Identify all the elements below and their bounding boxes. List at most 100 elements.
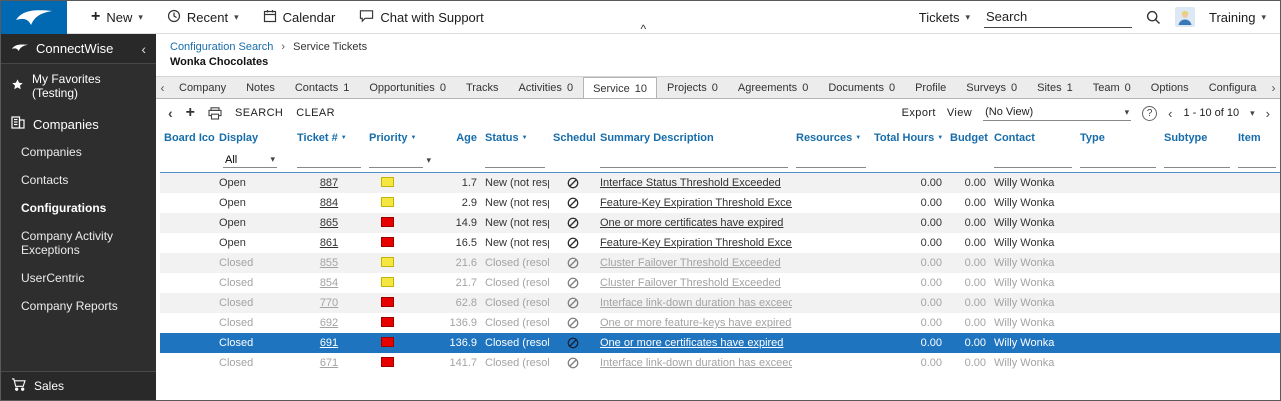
- ticket-link[interactable]: 770: [320, 297, 338, 309]
- table-row[interactable]: Closed77062.8Closed (resolv...Interface …: [160, 293, 1280, 313]
- chevron-down-icon[interactable]: ▾: [426, 156, 431, 165]
- tab-service[interactable]: Service10: [583, 77, 657, 98]
- tab-projects[interactable]: Projects0: [657, 77, 728, 98]
- calendar-button[interactable]: Calendar: [263, 9, 336, 26]
- ticket-link[interactable]: 691: [320, 337, 338, 349]
- sidebar-item-usercentric[interactable]: UserCentric: [1, 264, 156, 292]
- sidebar-item-contacts[interactable]: Contacts: [1, 166, 156, 194]
- schedule-icon[interactable]: [567, 217, 579, 229]
- column-header-ticket[interactable]: Ticket #▼: [293, 132, 365, 144]
- tab-scroll-left-icon[interactable]: ‹: [156, 77, 169, 98]
- summary-link[interactable]: Feature-Key Expiration Threshold Exceede…: [600, 197, 792, 209]
- filter-sort-icon[interactable]: ▼: [937, 135, 943, 141]
- summary-link[interactable]: Interface link-down duration has exceede…: [600, 357, 792, 369]
- ticket-link[interactable]: 861: [320, 237, 338, 249]
- collapse-topbar-caret-icon[interactable]: ^: [641, 22, 647, 36]
- column-header-resources[interactable]: Resources▼: [792, 132, 870, 144]
- recent-menu-button[interactable]: Recent ▾: [167, 9, 239, 26]
- tab-profile[interactable]: Profile: [905, 77, 956, 98]
- tab-surveys[interactable]: Surveys0: [956, 77, 1027, 98]
- ticket-link[interactable]: 671: [320, 357, 338, 369]
- back-icon[interactable]: ‹: [168, 105, 173, 121]
- filter-subtype-input[interactable]: [1164, 153, 1230, 168]
- filter-item-input[interactable]: [1238, 153, 1276, 168]
- tab-notes[interactable]: Notes: [236, 77, 285, 98]
- pagination-label[interactable]: 1 - 10 of 10: [1183, 107, 1239, 119]
- user-menu-button[interactable]: Training ▾: [1209, 10, 1266, 25]
- clear-button[interactable]: CLEAR: [296, 107, 335, 119]
- table-row[interactable]: Closed691136.9Closed (resolv...One or mo…: [160, 333, 1280, 353]
- filter-sort-icon[interactable]: ▼: [411, 135, 417, 141]
- column-header-summary[interactable]: Summary Description: [596, 132, 792, 144]
- schedule-icon[interactable]: [567, 257, 579, 269]
- filter-sort-icon[interactable]: ▼: [341, 135, 347, 141]
- column-header-hours[interactable]: Total Hours▼: [870, 132, 946, 144]
- filter-resources-input[interactable]: [796, 153, 866, 168]
- tab-agreements[interactable]: Agreements0: [728, 77, 818, 98]
- table-row[interactable]: Closed85521.6Closed (resolv...Cluster Fa…: [160, 253, 1280, 273]
- sidebar-item-my-favorites[interactable]: My Favorites (Testing): [1, 64, 156, 108]
- column-header-schedule[interactable]: Schedule▼: [549, 132, 596, 144]
- filter-priority-input[interactable]: [369, 153, 423, 168]
- add-record-icon[interactable]: +: [186, 104, 195, 122]
- summary-link[interactable]: Interface Status Threshold Exceeded: [600, 177, 781, 189]
- table-row[interactable]: Open8871.7New (not resp...Interface Stat…: [160, 173, 1280, 193]
- sidebar-section-companies[interactable]: Companies: [1, 108, 156, 138]
- help-icon[interactable]: ?: [1142, 106, 1157, 121]
- sidebar-item-company-reports[interactable]: Company Reports: [1, 292, 156, 320]
- summary-link[interactable]: One or more certificates have expired: [600, 337, 783, 349]
- tab-options[interactable]: Options: [1141, 77, 1199, 98]
- table-row[interactable]: Open86116.5New (not resp...Feature-Key E…: [160, 233, 1280, 253]
- summary-link[interactable]: Cluster Failover Threshold Exceeded: [600, 277, 781, 289]
- schedule-icon[interactable]: [567, 237, 579, 249]
- summary-link[interactable]: One or more certificates have expired: [600, 217, 783, 229]
- table-row[interactable]: Closed85421.7Closed (resolv...Cluster Fa…: [160, 273, 1280, 293]
- filter-sort-icon[interactable]: ▼: [855, 135, 861, 141]
- schedule-icon[interactable]: [567, 277, 579, 289]
- schedule-icon[interactable]: [567, 197, 579, 209]
- schedule-icon[interactable]: [567, 297, 579, 309]
- tab-sites[interactable]: Sites1: [1027, 77, 1083, 98]
- column-header-status[interactable]: Status▼: [481, 132, 549, 144]
- filter-sort-icon[interactable]: ▼: [522, 135, 528, 141]
- view-select[interactable]: (No View) ▾: [983, 105, 1131, 121]
- page-next-icon[interactable]: ›: [1266, 106, 1270, 121]
- table-row[interactable]: Open8842.9New (not resp...Feature-Key Ex…: [160, 193, 1280, 213]
- ticket-link[interactable]: 887: [320, 177, 338, 189]
- collapse-sidebar-icon[interactable]: ‹: [141, 41, 146, 57]
- summary-link[interactable]: Cluster Failover Threshold Exceeded: [600, 257, 781, 269]
- filter-contact-input[interactable]: [994, 153, 1072, 168]
- sidebar-item-companies[interactable]: Companies: [1, 138, 156, 166]
- schedule-icon[interactable]: [567, 357, 579, 369]
- tab-opportunities[interactable]: Opportunities0: [359, 77, 456, 98]
- schedule-icon[interactable]: [567, 177, 579, 189]
- filter-ticket-input[interactable]: [297, 153, 361, 168]
- chat-with-support-button[interactable]: Chat with Support: [359, 9, 483, 26]
- summary-link[interactable]: Interface link-down duration has exceede…: [600, 297, 792, 309]
- display-filter-select[interactable]: All▾: [223, 153, 277, 168]
- filter-status-input[interactable]: [485, 153, 545, 168]
- tickets-menu-button[interactable]: Tickets ▾: [919, 10, 970, 25]
- tab-company[interactable]: Company: [169, 77, 236, 98]
- tab-tracks[interactable]: Tracks: [456, 77, 509, 98]
- page-size-chevron-down-icon[interactable]: ▾: [1250, 109, 1255, 118]
- print-icon[interactable]: [208, 107, 222, 120]
- column-header-type[interactable]: Type: [1076, 132, 1160, 144]
- sidebar-item-company-activity-exceptions[interactable]: Company Activity Exceptions: [1, 222, 156, 264]
- tab-team[interactable]: Team0: [1083, 77, 1141, 98]
- column-header-age[interactable]: Age: [435, 132, 481, 144]
- table-row[interactable]: Closed692136.9Closed (resolv...One or mo…: [160, 313, 1280, 333]
- search-button[interactable]: SEARCH: [235, 107, 283, 119]
- column-header-subtype[interactable]: Subtype: [1160, 132, 1234, 144]
- column-header-item[interactable]: Item: [1234, 132, 1280, 144]
- new-menu-button[interactable]: + New ▾: [91, 9, 143, 25]
- column-header-budget[interactable]: Budget: [946, 132, 990, 144]
- tab-activities[interactable]: Activities0: [509, 77, 584, 98]
- breadcrumb-parent-link[interactable]: Configuration Search: [170, 41, 273, 53]
- table-row[interactable]: Open86514.9New (not resp...One or more c…: [160, 213, 1280, 233]
- connectwise-logo[interactable]: [1, 1, 67, 34]
- column-header-contact[interactable]: Contact: [990, 132, 1076, 144]
- column-header-priority[interactable]: Priority▼: [365, 132, 435, 144]
- summary-link[interactable]: One or more feature-keys have expired: [600, 317, 791, 329]
- ticket-link[interactable]: 855: [320, 257, 338, 269]
